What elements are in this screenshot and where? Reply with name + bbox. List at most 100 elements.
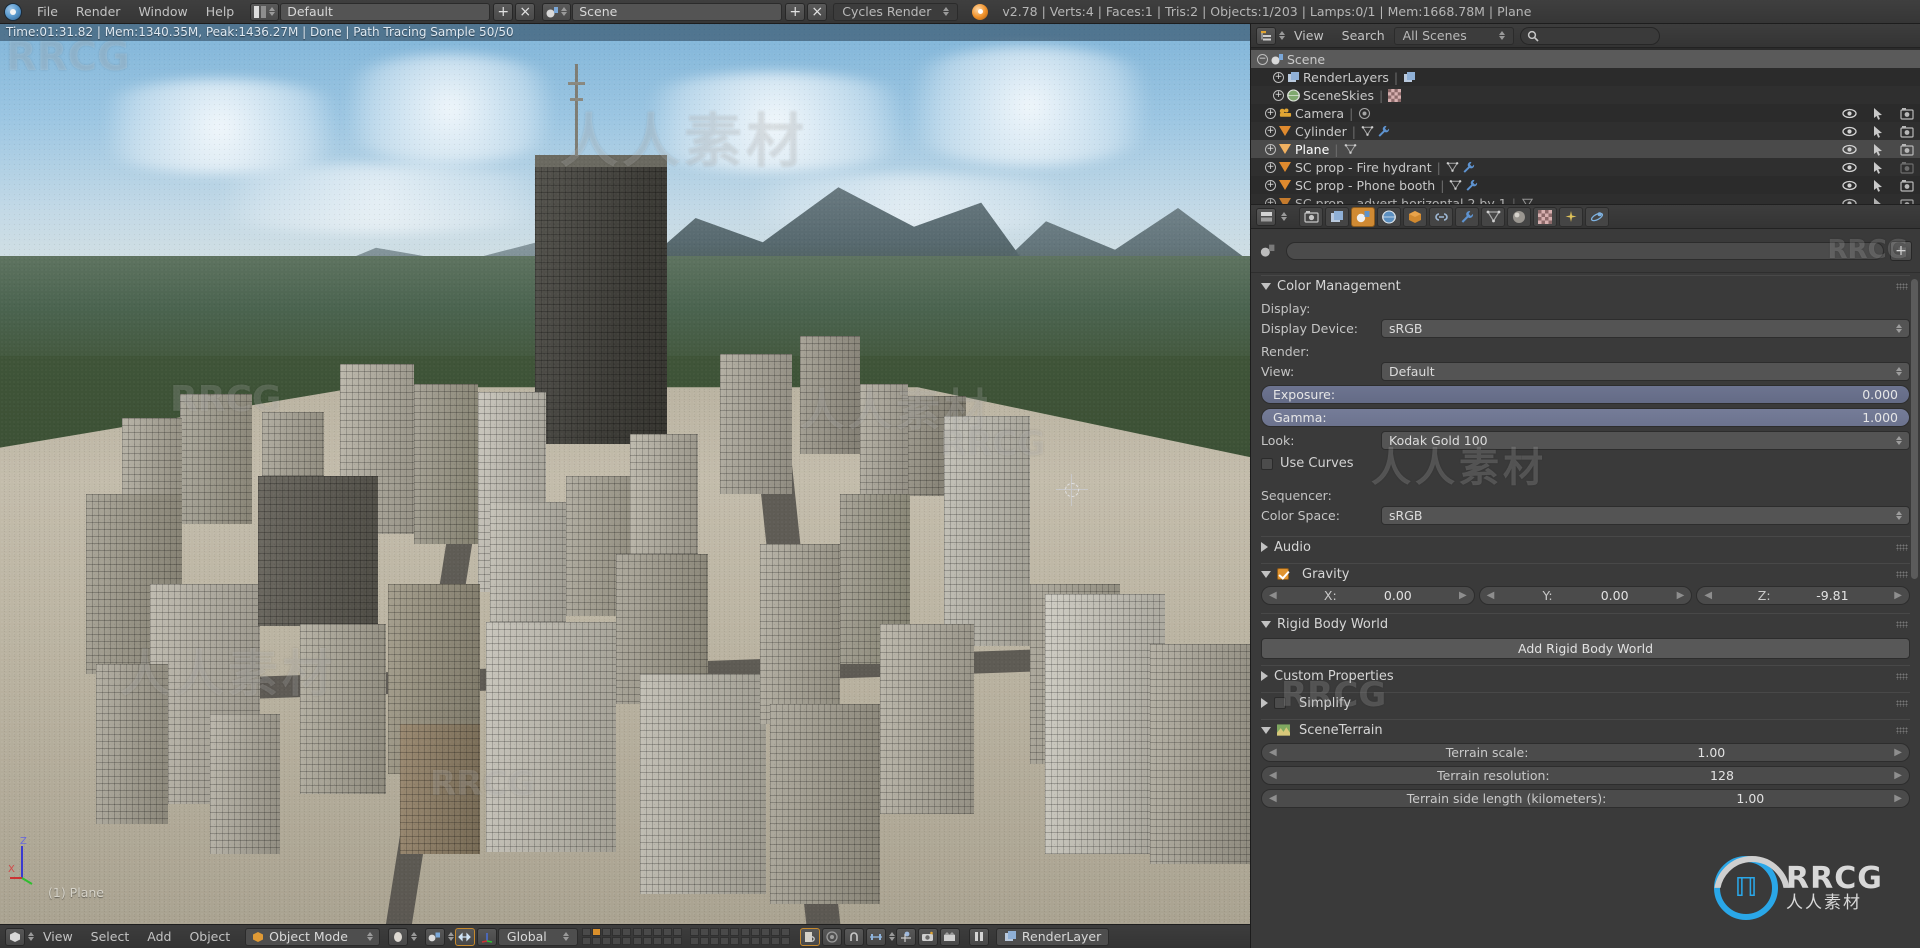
outliner-row-renderlayers[interactable]: + RenderLayers | [1251,68,1920,86]
blender-logo-icon[interactable] [4,3,22,21]
lock-object-modes-icon[interactable] [800,928,820,946]
use-curves-row[interactable]: Use Curves [1261,453,1910,474]
scene-data-icon[interactable] [542,3,571,21]
disclosure-triangle-icon[interactable] [1261,283,1271,290]
terrain-scale-field[interactable]: ◀ Terrain scale: 1.00 ▶ [1261,743,1910,762]
expand-icon[interactable]: + [1265,180,1276,191]
outliner-row-toggles[interactable] [1842,194,1914,204]
outliner-menu-search[interactable]: Search [1333,26,1394,46]
render-animation-icon[interactable] [940,928,960,946]
properties-editor-type-icon[interactable] [1256,208,1276,226]
menu-window[interactable]: Window [129,2,196,22]
viewport-menu-object[interactable]: Object [180,927,239,947]
snap-magnet-icon[interactable] [844,928,864,946]
outliner-row-phone-booth[interactable]: + SC prop - Phone booth | [1251,176,1920,194]
building[interactable] [880,624,974,814]
properties-type-spinner[interactable] [1281,212,1287,221]
interaction-mode-select[interactable]: Object Mode [245,928,380,946]
screen-layout-field[interactable]: Default [280,3,490,21]
render-still-icon[interactable] [918,928,938,946]
view-transform-select[interactable]: Default [1381,362,1910,381]
proportional-edit-icon[interactable] [822,928,842,946]
color-space-select[interactable]: sRGB [1381,506,1910,525]
tab-data[interactable] [1481,207,1505,227]
panel-audio[interactable]: Audio [1261,536,1910,557]
tower-building[interactable] [535,164,667,444]
gravity-z-field[interactable]: ◀ Z: -9.81 ▶ [1696,586,1910,605]
render-engine-select[interactable]: Cycles Render [833,3,958,21]
panel-gravity[interactable]: Gravity [1261,563,1910,584]
tab-render[interactable] [1299,207,1323,227]
panel-color-management[interactable]: Color Management [1261,275,1910,296]
building[interactable] [180,394,252,524]
add-scene-id-button[interactable]: + [1890,241,1912,261]
gravity-checkbox[interactable] [1277,568,1289,580]
building[interactable] [1150,644,1250,864]
building[interactable] [640,674,766,894]
snap-mode-icon[interactable] [866,928,886,946]
tab-constraints[interactable] [1429,207,1453,227]
tab-modifiers[interactable] [1455,207,1479,227]
outliner-row-scene[interactable]: − Scene [1251,50,1920,68]
building[interactable] [210,714,280,854]
gravity-x-field[interactable]: ◀ X: 0.00 ▶ [1261,586,1475,605]
exposure-slider[interactable]: Exposure: 0.000 [1261,385,1910,404]
outliner-tree[interactable]: − Scene + RenderLayers | + [1251,48,1920,204]
add-scene-button[interactable]: + [785,3,805,21]
building[interactable] [414,384,478,544]
panel-scene-terrain[interactable]: SceneTerrain [1261,719,1910,740]
building[interactable] [258,476,378,626]
pivot-spinner[interactable] [448,932,454,941]
viewport-menu-view[interactable]: View [34,927,82,947]
expand-icon[interactable]: + [1273,90,1284,101]
transform-orientation-select[interactable]: Global [498,928,578,946]
viewport-menu-select[interactable]: Select [82,927,139,947]
screen-layout-icon[interactable] [250,3,279,21]
building[interactable] [1045,594,1165,854]
outliner-row-cylinder[interactable]: + Cylinder | [1251,122,1920,140]
tab-object[interactable] [1403,207,1427,227]
expand-icon[interactable]: + [1265,162,1276,173]
outliner-display-mode-select[interactable]: All Scenes [1394,27,1514,45]
outliner-row-advert[interactable]: + SC prop - advert horizontal 2 by 1 | [1251,194,1920,204]
outliner-row-toggles[interactable] [1842,158,1914,176]
add-screen-layout-button[interactable]: + [493,3,513,21]
delete-scene-button[interactable]: × [807,3,827,21]
render-engine-spinner[interactable] [943,7,949,16]
tab-particles[interactable] [1559,207,1583,227]
gravity-y-field[interactable]: ◀ Y: 0.00 ▶ [1479,586,1693,605]
panel-custom-properties[interactable]: Custom Properties [1261,665,1910,686]
building[interactable] [486,622,616,852]
gamma-slider[interactable]: Gamma: 1.000 [1261,408,1910,427]
properties-scrollbar[interactable] [1911,279,1918,579]
viewport-menu-add[interactable]: Add [138,927,180,947]
menu-file[interactable]: File [28,2,67,22]
expand-icon[interactable]: + [1273,72,1284,83]
shading-spinner[interactable] [411,932,417,941]
panel-simplify[interactable]: Simplify [1261,692,1910,713]
building[interactable] [720,354,792,494]
building[interactable] [400,724,480,854]
building[interactable] [300,624,386,794]
opengl-render-icon[interactable] [896,928,916,946]
scene-spinner[interactable] [561,7,567,16]
disclosure-triangle-icon[interactable] [1261,727,1271,734]
render-layer-select[interactable]: RenderLayer [996,928,1109,946]
tab-render-layers[interactable] [1325,207,1349,227]
disclosure-triangle-icon[interactable] [1261,542,1268,552]
building[interactable] [800,336,860,454]
building[interactable] [96,664,168,824]
outliner-row-plane[interactable]: + Plane | [1251,140,1920,158]
look-select[interactable]: Kodak Gold 100 [1381,431,1910,450]
outliner-row-camera[interactable]: + Camera | [1251,104,1920,122]
building[interactable] [860,384,908,504]
snap-spinner[interactable] [889,932,895,941]
tab-texture[interactable] [1533,207,1557,227]
editor-type-icon[interactable] [5,928,25,946]
tab-world[interactable] [1377,207,1401,227]
tab-material[interactable] [1507,207,1531,227]
menu-render[interactable]: Render [67,2,130,22]
expand-icon[interactable]: + [1265,144,1276,155]
pivot-point-icon[interactable] [425,928,445,946]
manipulator-toggle-icon[interactable] [455,928,475,946]
